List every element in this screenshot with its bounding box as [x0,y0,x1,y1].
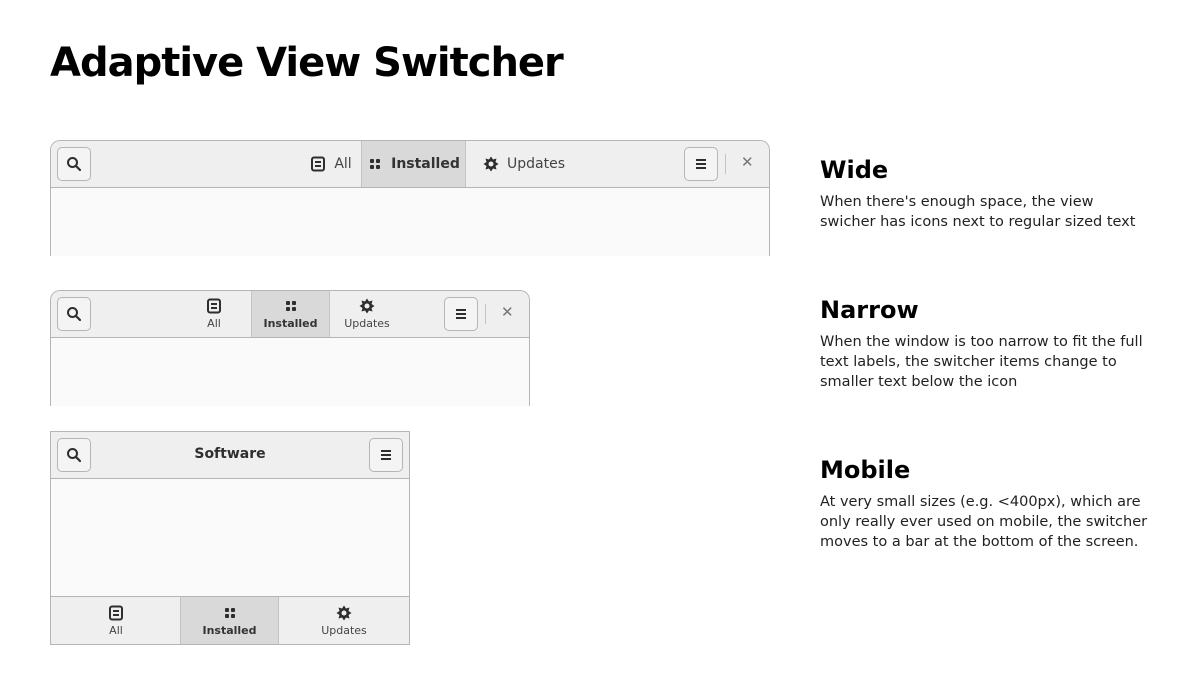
menu-icon [378,447,394,463]
separator [485,304,486,324]
section-text: When there's enough space, the view swic… [820,194,1136,230]
tab-updates[interactable]: Updates [331,291,403,337]
close-button[interactable]: ✕ [741,153,754,171]
section-text: When the window is too narrow to fit the… [820,334,1143,390]
gear-icon [359,298,375,314]
tab-label: All [207,317,221,330]
grid-icon [367,156,383,172]
mobile-description: Mobile At very small sizes (e.g. <400px),… [820,456,1150,552]
gear-icon [336,605,352,621]
section-heading: Wide [820,156,889,184]
section-heading: Mobile [820,456,911,484]
tab-updates[interactable]: Updates [469,141,579,187]
narrow-window: All Installed Updates ✕ [50,290,530,406]
search-icon [66,156,82,172]
search-button[interactable] [57,297,91,331]
menu-button[interactable] [684,147,718,181]
tab-label: Installed [391,156,460,172]
narrow-description: Narrow When the window is too narrow to f… [820,296,1150,392]
grid-icon [222,605,238,621]
header-bar: All Installed Updates ✕ [51,141,769,188]
document-icon [206,298,222,314]
section-text: At very small sizes (e.g. <400px), which… [820,494,1148,550]
search-icon [66,306,82,322]
tab-all[interactable]: All [179,291,249,337]
menu-icon [453,306,469,322]
tab-label: Updates [344,317,390,330]
menu-button[interactable] [369,438,403,472]
header-bar: All Installed Updates ✕ [51,291,529,338]
tab-updates[interactable]: Updates [279,597,409,644]
app-title: Software [194,446,266,462]
page-title: Adaptive View Switcher [50,40,564,86]
tab-label: Installed [202,623,257,637]
tab-all[interactable]: All [51,597,181,644]
tab-label: Updates [507,156,565,172]
menu-icon [693,156,709,172]
tab-label: All [334,156,352,172]
mobile-window: Software All Installed Updates [50,431,410,645]
wide-window: All Installed Updates ✕ [50,140,770,256]
grid-icon [283,298,299,314]
document-icon [310,156,326,172]
separator [725,154,726,174]
header-bar: Software [51,432,409,479]
tab-installed[interactable]: Installed [251,291,330,337]
tab-installed[interactable]: Installed [361,141,466,187]
close-button[interactable]: ✕ [501,303,514,321]
section-heading: Narrow [820,296,919,324]
tab-label: Updates [321,623,367,637]
wide-description: Wide When there's enough space, the view … [820,156,1150,232]
tab-label: All [109,623,123,637]
search-button[interactable] [57,147,91,181]
document-icon [108,605,124,621]
tab-label: Installed [263,317,318,330]
bottom-switcher-bar: All Installed Updates [51,596,409,644]
menu-button[interactable] [444,297,478,331]
tab-installed[interactable]: Installed [180,597,279,644]
gear-icon [483,156,499,172]
